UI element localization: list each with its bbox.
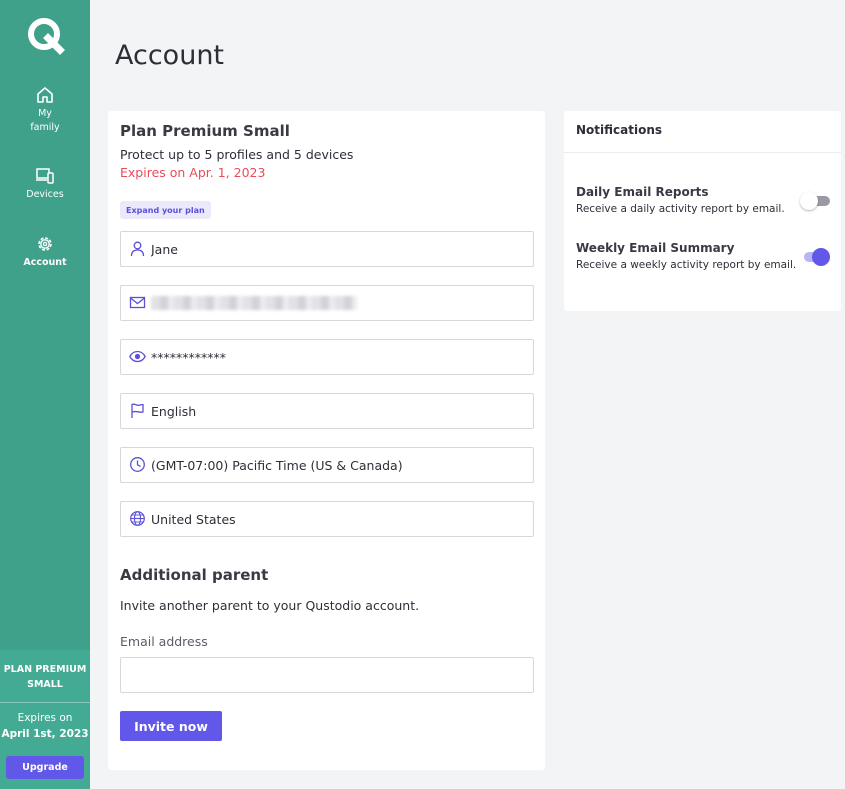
page-title: Account (115, 40, 225, 71)
email-address-label: Email address (120, 634, 208, 649)
daily-email-description: Receive a daily activity report by email… (576, 203, 785, 215)
sidebar-item-my-family[interactable]: My family (0, 85, 90, 135)
globe-icon (130, 511, 145, 526)
expires-date: April 1st, 2023 (1, 728, 89, 740)
divider (0, 702, 90, 703)
timezone-field[interactable] (120, 447, 534, 483)
password-input[interactable] (151, 340, 526, 374)
weekly-email-title: Weekly Email Summary (576, 241, 735, 255)
divider (564, 152, 841, 153)
sidebar-item-label: My family (30, 108, 60, 133)
weekly-email-description: Receive a weekly activity report by emai… (576, 259, 797, 271)
additional-parent-title: Additional parent (120, 566, 269, 584)
name-field[interactable] (120, 231, 534, 267)
sidebar-item-account[interactable]: Account (0, 234, 90, 270)
name-input[interactable] (151, 232, 526, 266)
qustodio-logo[interactable] (25, 15, 65, 55)
upgrade-button[interactable]: Upgrade (6, 756, 84, 779)
sidebar-item-label: Devices (26, 189, 64, 200)
weekly-email-toggle[interactable] (800, 248, 830, 266)
plan-title: Plan Premium Small (120, 122, 290, 140)
invite-now-button[interactable]: Invite now (120, 711, 222, 741)
language-input[interactable] (151, 394, 526, 428)
flag-icon (131, 403, 144, 418)
invite-email-field[interactable] (120, 657, 534, 693)
daily-email-title: Daily Email Reports (576, 185, 709, 199)
eye-icon[interactable] (129, 348, 146, 365)
expand-plan-button[interactable]: Expand your plan (120, 201, 211, 219)
notifications-header: Notifications (576, 123, 663, 137)
daily-email-toggle[interactable] (800, 192, 830, 210)
sidebar-item-label: Account (23, 257, 67, 268)
invite-email-input[interactable] (129, 658, 524, 692)
user-icon (130, 241, 145, 257)
additional-parent-description: Invite another parent to your Qustodio a… (120, 598, 420, 613)
redacted-email (151, 296, 357, 310)
email-field[interactable] (120, 285, 534, 321)
clock-icon (130, 457, 145, 472)
password-field[interactable] (120, 339, 534, 375)
language-field[interactable] (120, 393, 534, 429)
plan-name: PLAN PREMIUM SMALL (3, 664, 87, 690)
gear-icon (38, 237, 52, 251)
plan-description: Protect up to 5 profiles and 5 devices (120, 147, 354, 162)
timezone-input[interactable] (151, 448, 526, 482)
toggle-knob (812, 248, 830, 266)
notifications-card: Notifications Daily Email Reports Receiv… (564, 111, 841, 311)
expires-label: Expires on (17, 712, 73, 724)
plan-summary: PLAN PREMIUM SMALL Expires on April 1st,… (0, 650, 90, 789)
devices-icon (36, 168, 54, 184)
country-field[interactable] (120, 501, 534, 537)
toggle-knob (800, 192, 818, 210)
mail-icon (129, 296, 146, 309)
account-card: Plan Premium Small Protect up to 5 profi… (108, 111, 545, 770)
plan-expiry: Expires on Apr. 1, 2023 (120, 165, 266, 180)
country-input[interactable] (151, 502, 526, 536)
sidebar: My family Devices Account PLAN PREMIUM S… (0, 0, 90, 789)
sidebar-item-devices[interactable]: Devices (0, 166, 90, 202)
home-icon (37, 87, 53, 103)
